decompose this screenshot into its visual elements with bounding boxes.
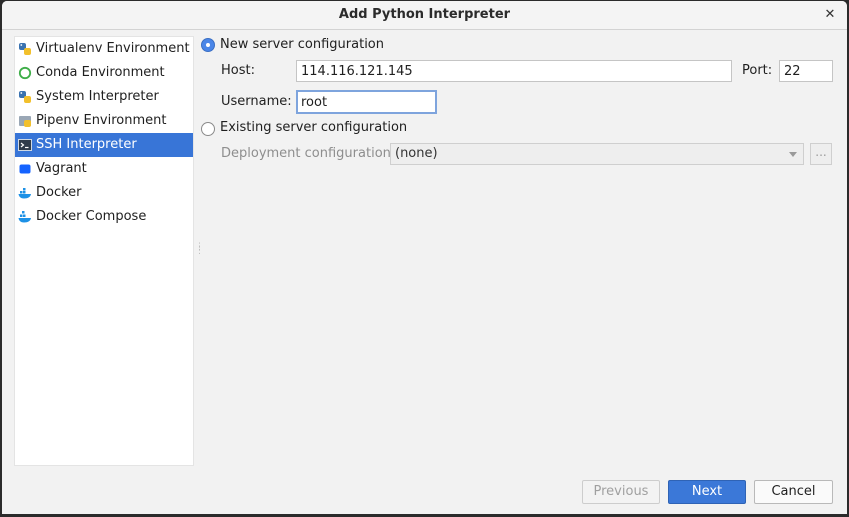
cancel-button[interactable]: Cancel (754, 480, 833, 504)
docker-compose-icon (18, 211, 31, 223)
sidebar-item-label: SSH Interpreter (36, 137, 137, 152)
close-icon[interactable]: ✕ (821, 6, 839, 24)
new-server-label: New server configuration (220, 37, 385, 52)
sidebar-item-label: Vagrant (36, 161, 87, 176)
sidebar-item-label: Docker Compose (36, 209, 147, 224)
sidebar-item-virtualenv[interactable]: Virtualenv Environment (15, 37, 193, 61)
deployment-configuration-value: (none) (395, 146, 438, 161)
python-icon (19, 91, 31, 103)
terminal-icon (18, 139, 32, 151)
dialog-title: Add Python Interpreter (338, 7, 511, 22)
splitter-handle[interactable]: ⋮ ⋮ (195, 243, 204, 257)
sidebar-item-docker-compose[interactable]: Docker Compose (15, 205, 193, 229)
username-label: Username: (221, 94, 292, 109)
deployment-configuration-select[interactable]: (none) (390, 143, 804, 165)
port-input[interactable] (779, 60, 833, 82)
port-label: Port: (742, 63, 773, 78)
sidebar-item-label: Conda Environment (36, 65, 165, 80)
existing-server-radio[interactable] (201, 122, 215, 136)
sidebar-item-docker[interactable]: Docker (15, 181, 193, 205)
title-bar: Add Python Interpreter ✕ (2, 1, 847, 30)
host-label: Host: (221, 63, 255, 78)
sidebar-item-label: Pipenv Environment (36, 113, 167, 128)
sidebar-item-label: System Interpreter (36, 89, 159, 104)
conda-icon (18, 66, 32, 80)
previous-button[interactable]: Previous (582, 480, 660, 504)
chevron-down-icon (789, 152, 797, 157)
username-input[interactable] (296, 90, 437, 114)
next-button[interactable]: Next (668, 480, 746, 504)
vagrant-icon (19, 164, 31, 174)
sidebar-item-ssh-interpreter[interactable]: SSH Interpreter (15, 133, 193, 157)
sidebar-item-system-interpreter[interactable]: System Interpreter (15, 85, 193, 109)
sidebar-item-label: Docker (36, 185, 82, 200)
pipenv-icon (19, 116, 31, 127)
browse-deployment-button[interactable]: ... (810, 143, 832, 165)
docker-icon (18, 188, 31, 199)
sidebar-item-pipenv[interactable]: Pipenv Environment (15, 109, 193, 133)
sidebar-item-conda[interactable]: Conda Environment (15, 61, 193, 85)
new-server-radio[interactable] (201, 38, 215, 52)
sidebar-item-label: Virtualenv Environment (36, 41, 190, 56)
interpreter-type-list: Virtualenv Environment Conda Environment… (14, 36, 194, 466)
existing-server-label: Existing server configuration (220, 120, 408, 135)
add-python-interpreter-dialog: Add Python Interpreter ✕ Virtualenv Envi… (2, 1, 847, 514)
deployment-configuration-label: Deployment configuration: (221, 146, 396, 161)
host-input[interactable] (296, 60, 732, 82)
sidebar-item-vagrant[interactable]: Vagrant (15, 157, 193, 181)
python-icon (19, 43, 31, 55)
